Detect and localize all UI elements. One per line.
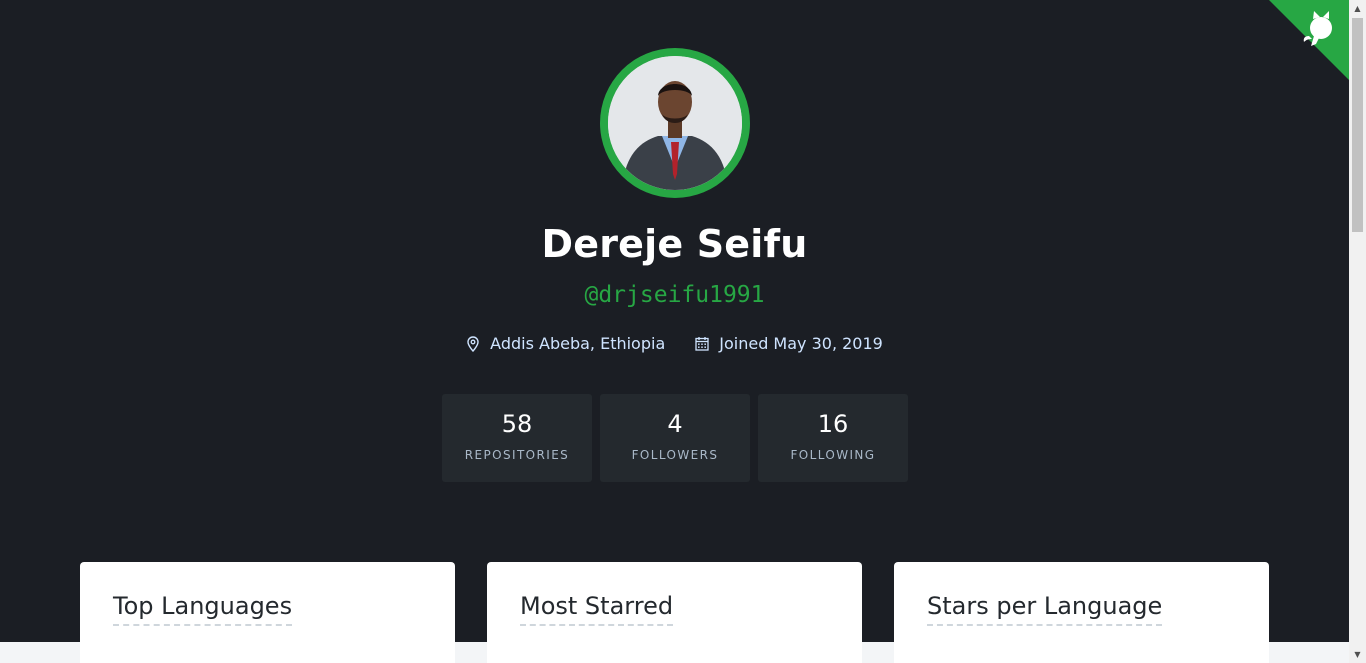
vertical-scrollbar[interactable]: ▲ ▼ [1349, 0, 1366, 663]
card-top-languages: Top Languages [80, 562, 455, 663]
avatar-photo [608, 56, 742, 190]
card-stars-per-language: Stars per Language [894, 562, 1269, 663]
card-title: Stars per Language [927, 592, 1163, 626]
stat-label: FOLLOWERS [631, 448, 719, 462]
stat-repositories: 58 REPOSITORIES [442, 394, 592, 482]
scroll-up-arrow-icon[interactable]: ▲ [1349, 0, 1366, 17]
chart-cards-row: Top Languages Most Starred Stars per Lan… [80, 562, 1269, 663]
card-title: Most Starred [520, 592, 674, 626]
calendar-icon [695, 337, 709, 351]
joined-info: Joined May 30, 2019 [695, 334, 883, 353]
map-pin-icon [467, 335, 479, 352]
stats-row: 58 REPOSITORIES 4 FOLLOWERS 16 FOLLOWING [442, 394, 908, 482]
profile-handle-link[interactable]: @drjseifu1991 [0, 282, 1349, 308]
scroll-thumb[interactable] [1352, 18, 1363, 232]
location-info: Addis Abeba, Ethiopia [466, 334, 665, 353]
profile-meta: Addis Abeba, Ethiopia Joined May 30, 201… [0, 334, 1349, 353]
card-most-starred: Most Starred [487, 562, 862, 663]
joined-text: Joined May 30, 2019 [719, 334, 883, 353]
stat-value: 58 [501, 410, 533, 438]
location-text: Addis Abeba, Ethiopia [490, 334, 666, 353]
profile-page: Dereje Seifu @drjseifu1991 Addis Abeba, … [0, 0, 1349, 663]
stat-followers: 4 FOLLOWERS [600, 394, 750, 482]
profile-name: Dereje Seifu [541, 222, 808, 266]
stat-label: FOLLOWING [790, 448, 876, 462]
stat-value: 16 [817, 410, 849, 438]
scroll-down-arrow-icon[interactable]: ▼ [1349, 646, 1366, 663]
github-corner-link[interactable] [1269, 0, 1349, 80]
avatar [600, 48, 750, 198]
octocat-icon [1269, 0, 1349, 80]
stat-value: 4 [667, 410, 683, 438]
stat-label: REPOSITORIES [464, 448, 570, 462]
stat-following: 16 FOLLOWING [758, 394, 908, 482]
card-title: Top Languages [113, 592, 293, 626]
